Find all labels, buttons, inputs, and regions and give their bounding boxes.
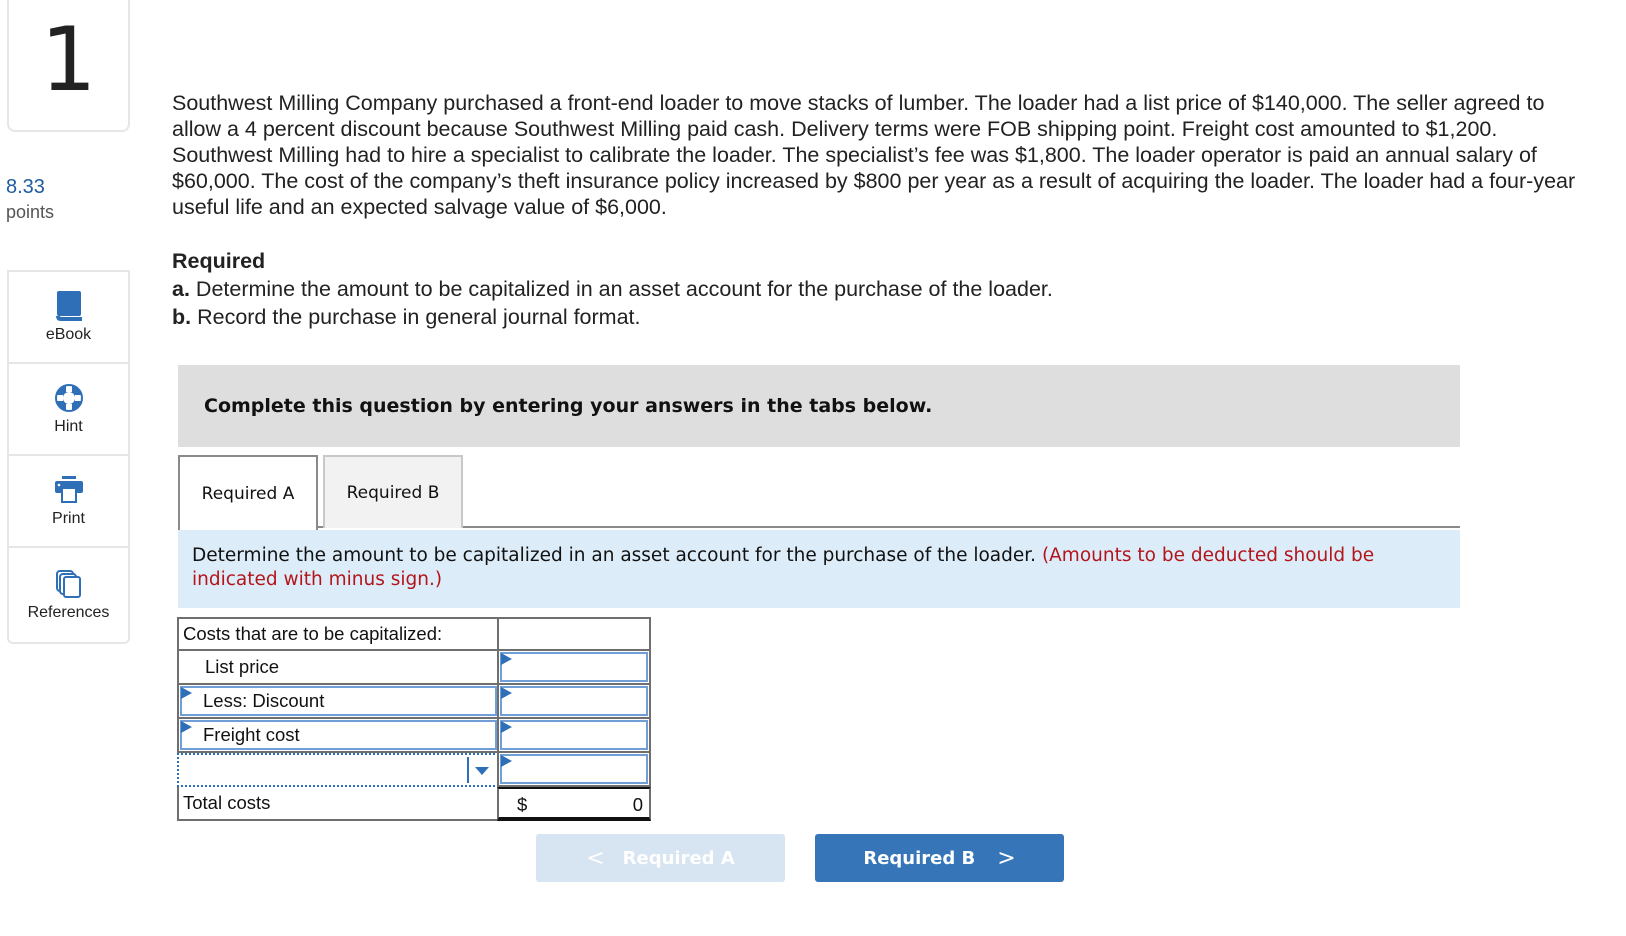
requirement-a-prefix: a. xyxy=(172,277,190,301)
tools-panel: eBook Hint Print References xyxy=(7,270,130,644)
extra-cost-amount-input[interactable] xyxy=(500,754,648,784)
prev-label: Required A xyxy=(622,847,735,869)
amount-cell xyxy=(497,753,651,787)
discount-amount-input[interactable] xyxy=(500,686,648,716)
tab-bar: Required A Required B xyxy=(178,455,1460,530)
points-label: points xyxy=(6,202,55,222)
list-price-amount-input[interactable] xyxy=(500,652,648,682)
total-label: Total costs xyxy=(177,787,499,821)
tab-required-a[interactable]: Required A xyxy=(178,455,318,530)
requirement-a: a. Determine the amount to be capitalize… xyxy=(172,277,1053,302)
next-label: Required B xyxy=(863,847,976,869)
points-value: 8.33 xyxy=(6,176,45,198)
amount-cell xyxy=(497,685,651,719)
row-label-discount-input[interactable]: Less: Discount xyxy=(180,686,497,716)
amount-cell xyxy=(497,719,651,753)
print-button[interactable]: Print xyxy=(9,456,128,548)
question-number: 1 xyxy=(40,8,97,111)
amount-cell xyxy=(497,651,651,685)
chevron-down-icon xyxy=(475,767,489,775)
ebook-button[interactable]: eBook xyxy=(9,272,128,364)
table-row: Freight cost xyxy=(177,719,651,753)
row-label-cell: Less: Discount xyxy=(177,685,499,719)
question-number-box: 1 xyxy=(7,0,130,132)
requirement-b: b. Record the purchase in general journa… xyxy=(172,305,640,330)
problem-text: Southwest Milling Company purchased a fr… xyxy=(172,91,1576,219)
table-row: Less: Discount xyxy=(177,685,651,719)
requirement-b-text: Record the purchase in general journal f… xyxy=(191,305,641,329)
references-label: References xyxy=(27,604,110,621)
requirement-a-text: Determine the amount to be capitalized i… xyxy=(189,277,1053,301)
row-label-cell: Freight cost xyxy=(177,719,499,753)
row-label-list-price: List price xyxy=(177,651,499,685)
table-header-row: Costs that are to be capitalized: xyxy=(177,617,651,651)
freight-amount-input[interactable] xyxy=(500,720,648,750)
capitalized-costs-table: Costs that are to be capitalized: List p… xyxy=(177,617,651,821)
chevron-left-icon: < xyxy=(586,845,605,871)
references-button[interactable]: References xyxy=(9,548,128,642)
total-value: 0 xyxy=(632,794,643,815)
book-icon xyxy=(54,290,84,322)
table-row xyxy=(177,753,651,787)
chevron-right-icon: > xyxy=(997,845,1016,871)
table-header-amount xyxy=(497,617,651,651)
lifebuoy-icon xyxy=(54,382,84,414)
hint-button[interactable]: Hint xyxy=(9,364,128,456)
copy-pages-icon xyxy=(54,568,84,600)
row-label-freight-input[interactable]: Freight cost xyxy=(180,720,497,750)
instructions-banner: Complete this question by entering your … xyxy=(178,365,1460,447)
total-row: Total costs $ 0 xyxy=(177,787,651,821)
dropdown-separator xyxy=(467,757,469,783)
part-a-prompt: Determine the amount to be capitalized i… xyxy=(192,545,1042,566)
prev-required-a-button[interactable]: < Required A xyxy=(536,834,785,882)
requirement-b-prefix: b. xyxy=(172,305,192,329)
cost-item-dropdown[interactable] xyxy=(177,753,499,787)
next-required-b-button[interactable]: Required B > xyxy=(815,834,1064,882)
part-a-instructions: Determine the amount to be capitalized i… xyxy=(178,530,1460,608)
ebook-label: eBook xyxy=(45,326,92,343)
print-label: Print xyxy=(52,510,85,527)
total-amount: $ 0 xyxy=(497,787,651,821)
required-heading: Required xyxy=(172,249,266,273)
total-currency: $ xyxy=(517,794,528,815)
tab-required-b[interactable]: Required B xyxy=(323,455,463,528)
printer-icon xyxy=(54,474,84,506)
table-row: List price xyxy=(177,651,651,685)
table-header-label: Costs that are to be capitalized: xyxy=(177,617,499,651)
hint-label: Hint xyxy=(54,418,83,435)
